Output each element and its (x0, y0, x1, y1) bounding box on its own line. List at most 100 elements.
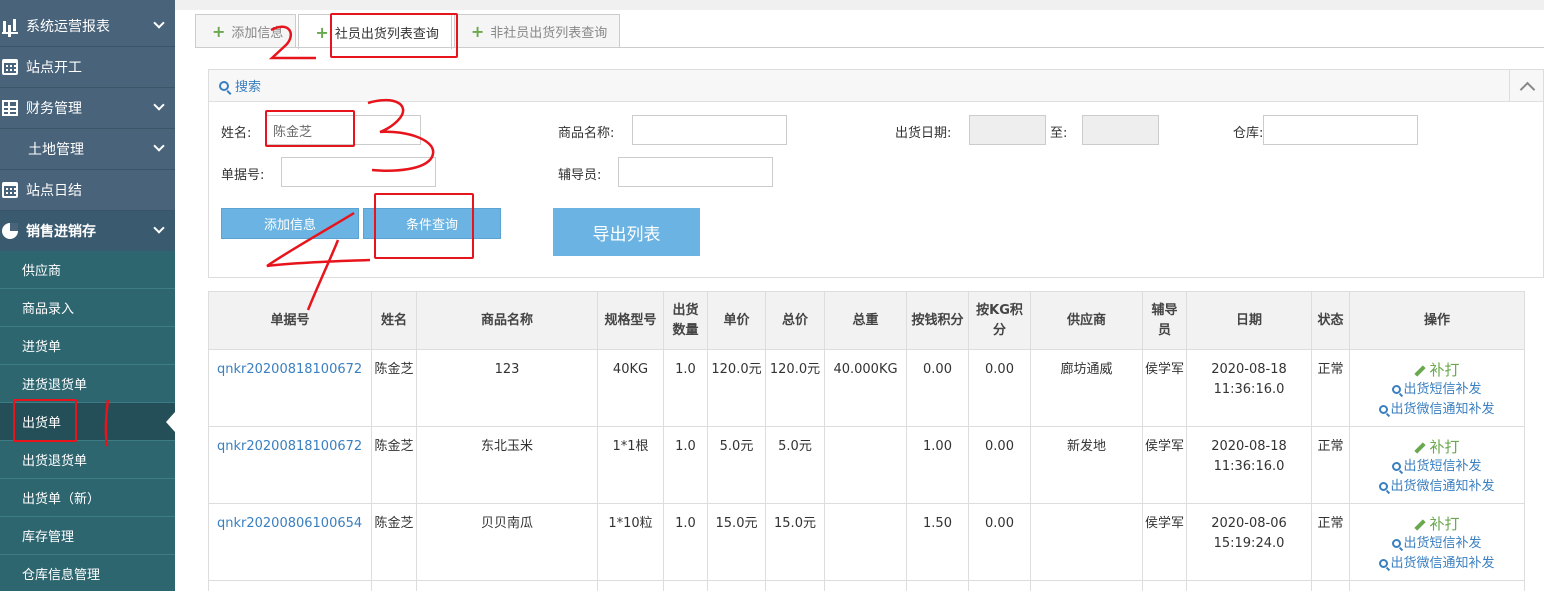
cell-qty: 1.0 (663, 349, 708, 427)
cell-product: 东北玉米 (416, 426, 598, 504)
cell-weight (824, 503, 907, 581)
reprint-label: 补打 (1429, 361, 1460, 379)
col-header[interactable]: 状态 (1311, 291, 1350, 350)
cell-status: 正常 (1311, 503, 1350, 581)
doc-number-link[interactable]: qnkr20200818100672 (208, 349, 372, 427)
cell-date-day: 2020-08-18 (1211, 439, 1287, 454)
col-header[interactable]: 姓名 (371, 291, 417, 350)
ship-date-from-input[interactable] (969, 115, 1046, 145)
col-header[interactable]: 商品名称 (416, 291, 598, 350)
name-input[interactable]: 陈金芝 (266, 115, 421, 145)
sidebar-subitem-product-entry[interactable]: 商品录入 (0, 289, 175, 327)
sidebar-item-daily-close[interactable]: 站点日结 (0, 170, 175, 211)
col-header[interactable]: 日期 (1186, 291, 1312, 350)
col-header: 操作 (1349, 291, 1525, 350)
product-name-input[interactable] (632, 115, 787, 145)
sidebar-subitem-label: 出货退货单 (22, 454, 88, 469)
search-icon (219, 80, 229, 91)
sidebar-subitem-shipment[interactable]: 出货单 (0, 403, 175, 441)
col-header[interactable]: 规格型号 (597, 291, 664, 350)
collapse-button[interactable] (1509, 70, 1543, 102)
col-header[interactable]: 单价 (707, 291, 766, 350)
guide-input[interactable] (618, 157, 773, 187)
sidebar-item-sales-inventory[interactable]: 销售进销存 (0, 211, 175, 252)
query-button[interactable]: 条件查询 (363, 208, 501, 239)
sidebar-item-ops-report[interactable]: 系统运营报表 (0, 6, 175, 47)
sidebar-subitem-inventory[interactable]: 库存管理 (0, 517, 175, 555)
add-info-button[interactable]: 添加信息 (221, 208, 359, 239)
sidebar-subitem-warehouse-info[interactable]: 仓库信息管理 (0, 555, 175, 591)
sidebar-subitem-supplier[interactable]: 供应商 (0, 251, 175, 289)
sidebar-subitem-shipment-new[interactable]: 出货单（新） (0, 479, 175, 517)
calendar-icon (2, 182, 18, 198)
sidebar-subitem-purchase-order[interactable]: 进货单 (0, 327, 175, 365)
doc-number-input[interactable] (281, 157, 436, 187)
col-header[interactable]: 辅导员 (1142, 291, 1187, 350)
sidebar-item-site-start[interactable]: 站点开工 (0, 47, 175, 88)
resend-sms-link[interactable]: 出货短信补发 (1350, 380, 1524, 400)
warehouse-input[interactable] (1263, 115, 1418, 145)
sidebar-subitem-label: 商品录入 (22, 302, 75, 317)
table-row: qnkr20200818100672 陈金芝 123 40KG 1.0 120.… (208, 349, 1525, 427)
resend-sms-label: 出货短信补发 (1403, 459, 1482, 474)
doc-number-label: 单据号: (221, 168, 265, 183)
cell-guide: 侯学军 (1142, 426, 1187, 504)
cell-spec: 1*1根 (597, 426, 664, 504)
chevron-down-icon (153, 99, 165, 111)
cell-name: 陈金芝 (371, 503, 417, 581)
cell-price: 120.0元 (707, 349, 766, 427)
sidebar-subitem-shipment-return[interactable]: 出货退货单 (0, 441, 175, 479)
col-header[interactable]: 出货数量 (663, 291, 708, 350)
resend-wechat-link[interactable]: 出货微信通知补发 (1350, 477, 1524, 497)
resend-wechat-link[interactable]: 出货微信通知补发 (1350, 554, 1524, 574)
ship-date-to-input[interactable] (1082, 115, 1159, 145)
export-list-button[interactable]: 导出列表 (553, 208, 700, 256)
guide-label: 辅导员: (558, 168, 602, 183)
cell-name: 陈金芝 (371, 349, 417, 427)
sidebar-item-finance[interactable]: 财务管理 (0, 88, 175, 129)
sidebar-item-label: 销售进销存 (26, 224, 96, 240)
resend-sms-link[interactable]: 出货短信补发 (1350, 534, 1524, 554)
cell-date-time: 11:36:16.0 (1213, 459, 1285, 474)
resend-sms-label: 出货短信补发 (1403, 536, 1482, 551)
resend-wechat-link[interactable]: 出货微信通知补发 (1350, 400, 1524, 420)
search-panel: 搜索 姓名: 陈金芝 商品名称: 出货日期: 至: 仓库: 单据号: 辅导员: … (208, 69, 1544, 278)
cell-kg-points: 0.00 (968, 503, 1031, 581)
search-icon (1392, 385, 1402, 394)
col-header[interactable]: 供应商 (1030, 291, 1143, 350)
sidebar-item-label: 站点日结 (26, 183, 82, 199)
sidebar-subitem-label: 库存管理 (22, 530, 75, 545)
tab-add-info[interactable]: + 添加信息 (195, 14, 297, 48)
col-header[interactable]: 总重 (824, 291, 907, 350)
cell-kg-points: 0.00 (968, 349, 1031, 427)
col-header[interactable]: 单据号 (208, 291, 372, 350)
sidebar-item-land[interactable]: 土地管理 (0, 129, 175, 170)
reprint-link[interactable]: 补打 (1350, 514, 1524, 534)
cell-date-day: 2020-08-06 (1211, 516, 1287, 531)
col-header[interactable]: 总价 (765, 291, 825, 350)
cell-date: 2020-08-18 11:36:16.0 (1186, 426, 1312, 504)
cell-name: 陈金芝 (371, 426, 417, 504)
tab-member-shipment-query[interactable]: + 社员出货列表查询 (298, 14, 452, 49)
doc-number-link[interactable]: qnkr20200818100672 (208, 426, 372, 504)
cell-product: 贝贝南瓜 (416, 503, 598, 581)
tab-nonmember-shipment-query[interactable]: + 非社员出货列表查询 (453, 14, 621, 48)
resend-wechat-label: 出货微信通知补发 (1390, 402, 1495, 417)
cell-date-time: 15:19:24.0 (1213, 536, 1285, 551)
pencil-icon (1414, 364, 1427, 377)
resend-sms-link[interactable]: 出货短信补发 (1350, 457, 1524, 477)
search-icon (1379, 482, 1389, 491)
doc-number-link[interactable]: qnkr20200806100654 (208, 503, 372, 581)
search-icon (1379, 405, 1389, 414)
col-header[interactable]: 按KG积分 (968, 291, 1031, 350)
col-header[interactable]: 按钱积分 (906, 291, 969, 350)
sidebar-subitem-purchase-return[interactable]: 进货退货单 (0, 365, 175, 403)
cell-qty: 1.0 (663, 426, 708, 504)
sidebar-subitem-label: 进货单 (22, 340, 62, 355)
cell-money-points: 1.50 (906, 503, 969, 581)
cell-total: 5.0元 (765, 426, 825, 504)
reprint-link[interactable]: 补打 (1350, 437, 1524, 457)
reprint-link[interactable]: 补打 (1350, 360, 1524, 380)
sidebar-subitem-label: 进货退货单 (22, 378, 88, 393)
table-header-row: 单据号 姓名 商品名称 规格型号 出货数量 单价 总价 总重 按钱积分 按KG积… (208, 291, 1525, 350)
